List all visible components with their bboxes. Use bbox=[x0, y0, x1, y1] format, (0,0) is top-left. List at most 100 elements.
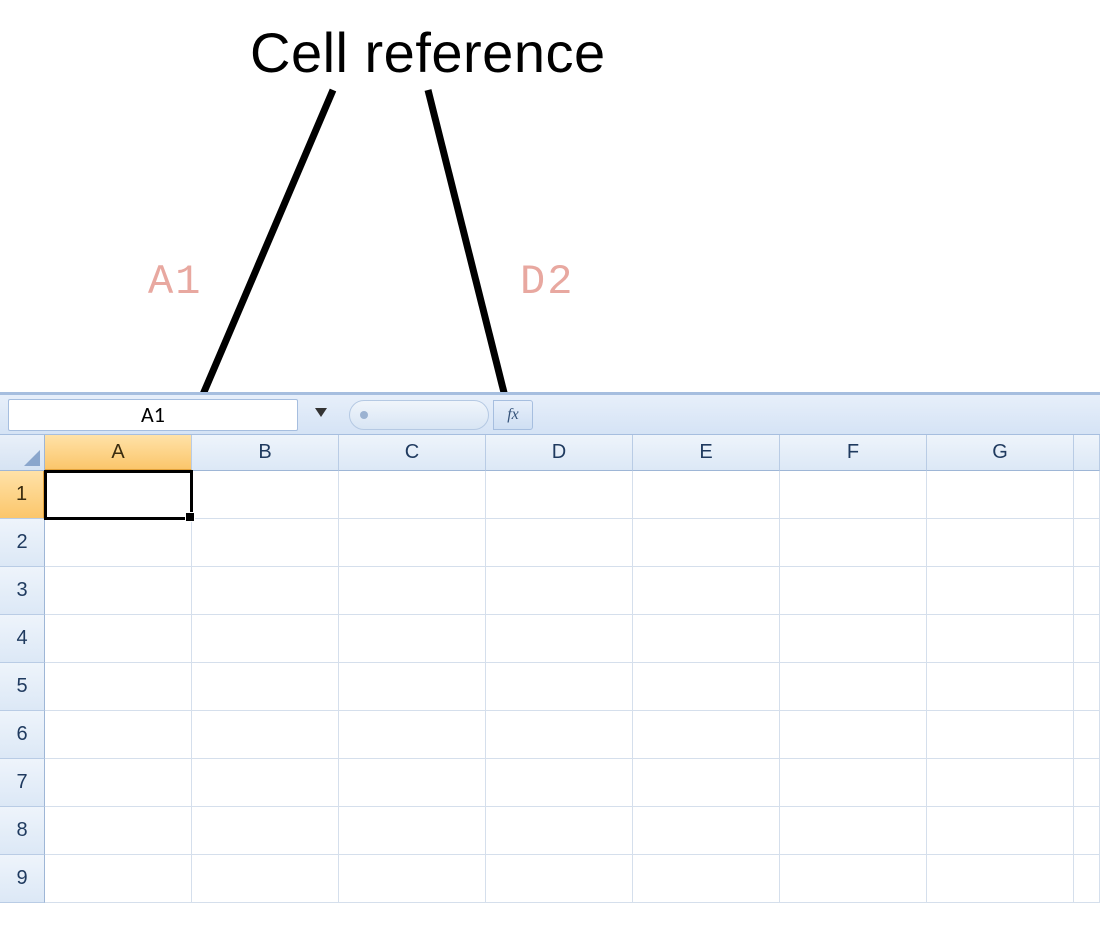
row-header-1[interactable]: 1 bbox=[0, 471, 45, 519]
cell-A5[interactable] bbox=[45, 663, 192, 711]
cell-C7[interactable] bbox=[339, 759, 486, 807]
annotation-label-a1: A1 bbox=[148, 258, 202, 306]
cell-E1[interactable] bbox=[633, 471, 780, 519]
cell-A4[interactable] bbox=[45, 615, 192, 663]
cell-G3[interactable] bbox=[927, 567, 1074, 615]
cell-G9[interactable] bbox=[927, 855, 1074, 903]
cell-G4[interactable] bbox=[927, 615, 1074, 663]
row-header-6[interactable]: 6 bbox=[0, 711, 45, 759]
formula-bar: A1 fx bbox=[0, 395, 1100, 435]
formula-cancel-enter-pill[interactable] bbox=[349, 400, 489, 430]
cell-C9[interactable] bbox=[339, 855, 486, 903]
cell-A7[interactable] bbox=[45, 759, 192, 807]
insert-function-button[interactable]: fx bbox=[493, 400, 533, 430]
cell-spacer bbox=[1074, 615, 1100, 663]
cell-spacer bbox=[1074, 663, 1100, 711]
spreadsheet-window: A1 fx ABCDEFG 123456789 bbox=[0, 392, 1100, 925]
cell-F7[interactable] bbox=[780, 759, 927, 807]
row-header-8[interactable]: 8 bbox=[0, 807, 45, 855]
column-header-B[interactable]: B bbox=[192, 435, 339, 471]
cell-spacer bbox=[1074, 471, 1100, 519]
cell-B9[interactable] bbox=[192, 855, 339, 903]
cell-A2[interactable] bbox=[45, 519, 192, 567]
cell-E3[interactable] bbox=[633, 567, 780, 615]
cell-B1[interactable] bbox=[192, 471, 339, 519]
cell-F5[interactable] bbox=[780, 663, 927, 711]
column-header-E[interactable]: E bbox=[633, 435, 780, 471]
column-header-A[interactable]: A bbox=[45, 435, 192, 471]
cell-D2[interactable] bbox=[486, 519, 633, 567]
cell-D7[interactable] bbox=[486, 759, 633, 807]
cell-B5[interactable] bbox=[192, 663, 339, 711]
cell-E4[interactable] bbox=[633, 615, 780, 663]
cell-spacer bbox=[1074, 759, 1100, 807]
cell-F3[interactable] bbox=[780, 567, 927, 615]
cell-B8[interactable] bbox=[192, 807, 339, 855]
name-box-dropdown-icon[interactable] bbox=[315, 408, 327, 417]
cell-D6[interactable] bbox=[486, 711, 633, 759]
cell-E5[interactable] bbox=[633, 663, 780, 711]
cell-D5[interactable] bbox=[486, 663, 633, 711]
cell-D4[interactable] bbox=[486, 615, 633, 663]
cell-C2[interactable] bbox=[339, 519, 486, 567]
cell-D1[interactable] bbox=[486, 471, 633, 519]
cell-B4[interactable] bbox=[192, 615, 339, 663]
row-header-3[interactable]: 3 bbox=[0, 567, 45, 615]
row-header-2[interactable]: 2 bbox=[0, 519, 45, 567]
cell-C6[interactable] bbox=[339, 711, 486, 759]
cell-G5[interactable] bbox=[927, 663, 1074, 711]
cell-D3[interactable] bbox=[486, 567, 633, 615]
cell-F6[interactable] bbox=[780, 711, 927, 759]
cell-G1[interactable] bbox=[927, 471, 1074, 519]
cell-F2[interactable] bbox=[780, 519, 927, 567]
cell-D8[interactable] bbox=[486, 807, 633, 855]
cell-spacer bbox=[1074, 519, 1100, 567]
column-header-D[interactable]: D bbox=[486, 435, 633, 471]
cell-E2[interactable] bbox=[633, 519, 780, 567]
cell-A1[interactable] bbox=[45, 471, 192, 519]
cell-B3[interactable] bbox=[192, 567, 339, 615]
cell-B6[interactable] bbox=[192, 711, 339, 759]
cell-E9[interactable] bbox=[633, 855, 780, 903]
cell-F9[interactable] bbox=[780, 855, 927, 903]
cell-G7[interactable] bbox=[927, 759, 1074, 807]
cell-A6[interactable] bbox=[45, 711, 192, 759]
name-box-value: A1 bbox=[9, 401, 297, 428]
row-header-7[interactable]: 7 bbox=[0, 759, 45, 807]
cell-C8[interactable] bbox=[339, 807, 486, 855]
cell-spacer bbox=[1074, 711, 1100, 759]
cell-C5[interactable] bbox=[339, 663, 486, 711]
cell-F4[interactable] bbox=[780, 615, 927, 663]
cell-E7[interactable] bbox=[633, 759, 780, 807]
row-header-4[interactable]: 4 bbox=[0, 615, 45, 663]
cell-B2[interactable] bbox=[192, 519, 339, 567]
annotation-title: Cell reference bbox=[250, 20, 606, 85]
column-header-F[interactable]: F bbox=[780, 435, 927, 471]
cell-spacer bbox=[1074, 567, 1100, 615]
cell-C1[interactable] bbox=[339, 471, 486, 519]
select-all-corner[interactable] bbox=[0, 435, 45, 471]
name-box[interactable]: A1 bbox=[8, 399, 298, 431]
annotation-label-d2: D2 bbox=[520, 258, 574, 306]
row-header-9[interactable]: 9 bbox=[0, 855, 45, 903]
cell-B7[interactable] bbox=[192, 759, 339, 807]
cell-D9[interactable] bbox=[486, 855, 633, 903]
cell-spacer bbox=[1074, 807, 1100, 855]
cell-G8[interactable] bbox=[927, 807, 1074, 855]
cell-C3[interactable] bbox=[339, 567, 486, 615]
worksheet-grid: ABCDEFG 123456789 bbox=[0, 435, 1100, 903]
column-header-C[interactable]: C bbox=[339, 435, 486, 471]
cell-A9[interactable] bbox=[45, 855, 192, 903]
cell-F1[interactable] bbox=[780, 471, 927, 519]
cell-A3[interactable] bbox=[45, 567, 192, 615]
cell-A8[interactable] bbox=[45, 807, 192, 855]
cell-spacer bbox=[1074, 855, 1100, 903]
cell-F8[interactable] bbox=[780, 807, 927, 855]
column-header-G[interactable]: G bbox=[927, 435, 1074, 471]
cell-E8[interactable] bbox=[633, 807, 780, 855]
cell-C4[interactable] bbox=[339, 615, 486, 663]
cell-G6[interactable] bbox=[927, 711, 1074, 759]
cell-E6[interactable] bbox=[633, 711, 780, 759]
cell-G2[interactable] bbox=[927, 519, 1074, 567]
row-header-5[interactable]: 5 bbox=[0, 663, 45, 711]
